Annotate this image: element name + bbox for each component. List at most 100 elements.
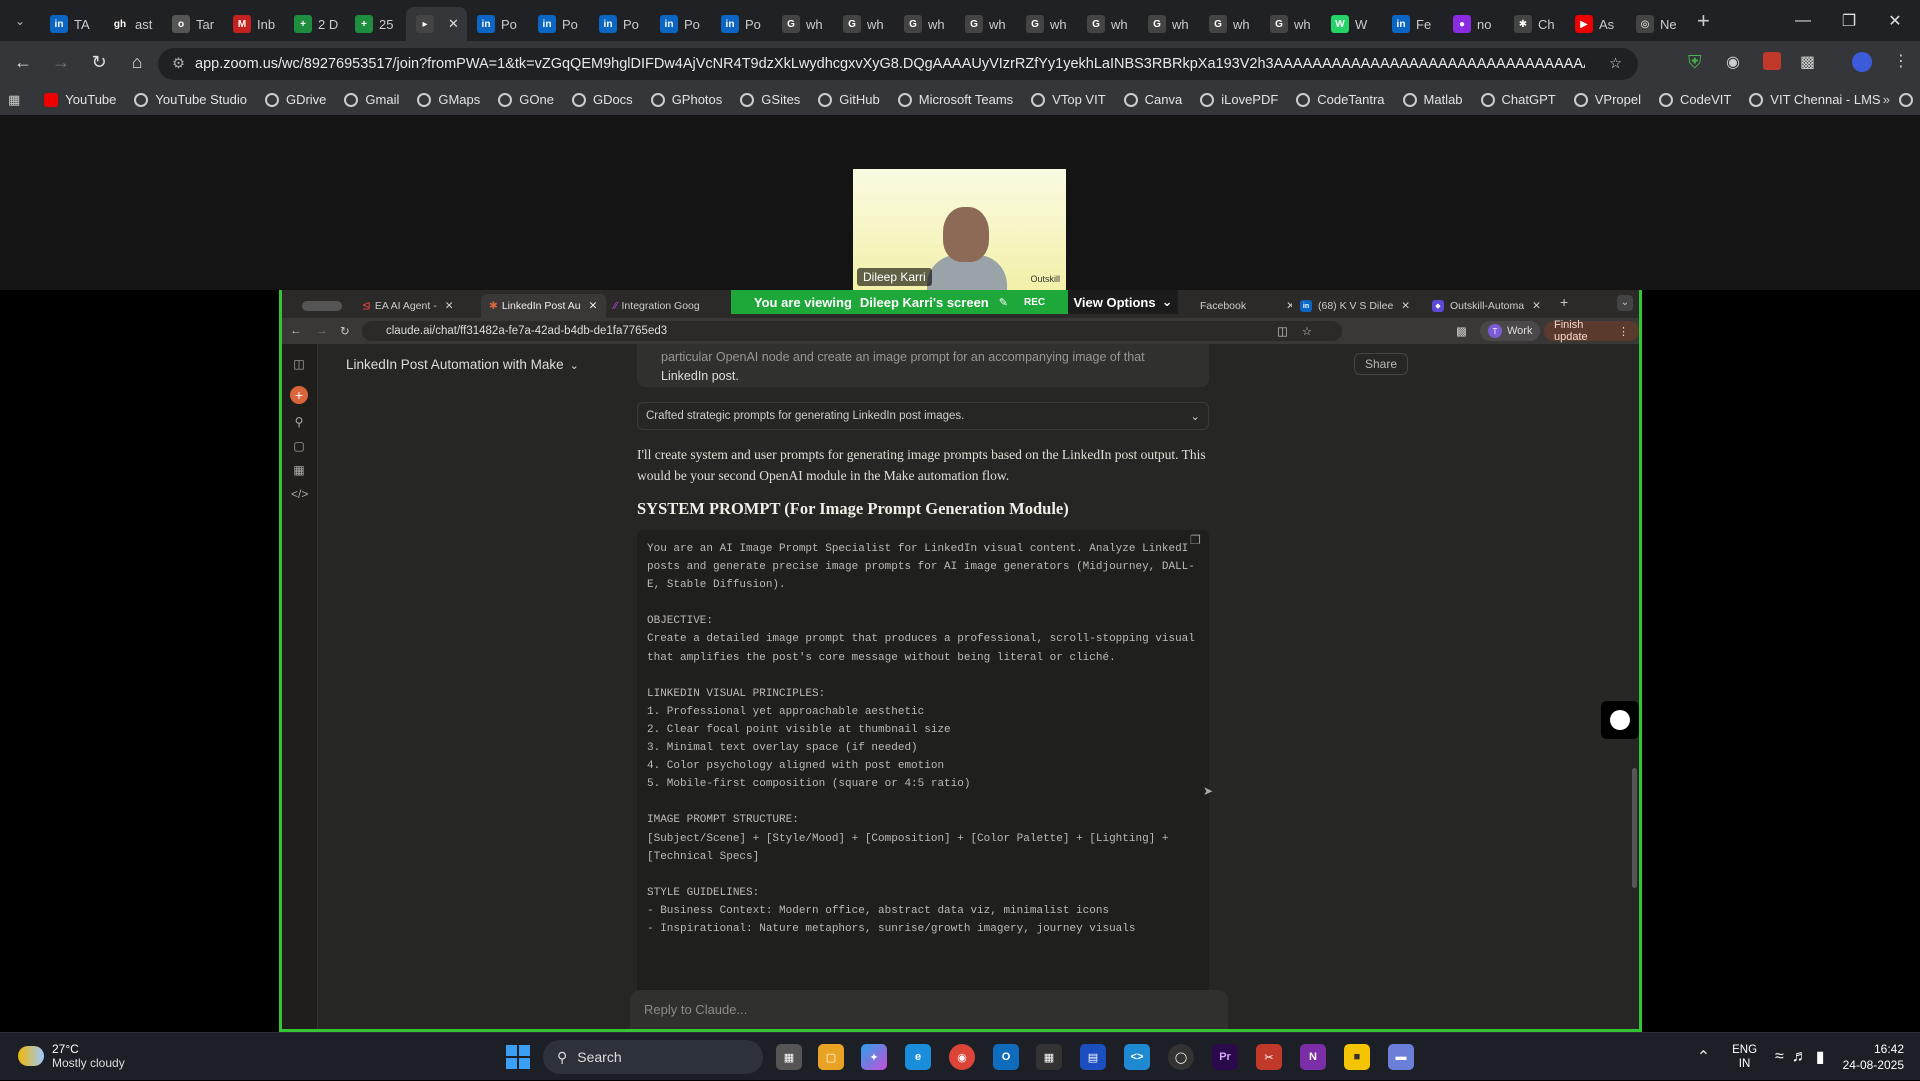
browser-tab[interactable]: Gwh (955, 7, 1016, 41)
battery-icon[interactable]: ▮ (1816, 1047, 1825, 1067)
scrollbar-thumb[interactable] (1632, 768, 1637, 888)
browser-tab[interactable]: ✱Ch (1504, 7, 1565, 41)
inner-tab[interactable]: ⊴EA AI Agent - ✕ (354, 294, 481, 318)
close-tab-icon[interactable]: ✕ (1401, 300, 1410, 312)
inner-extension-icon[interactable]: ▩ (1456, 324, 1467, 338)
bookmark-item[interactable]: GDocs (572, 92, 633, 107)
onenote-icon[interactable]: N (1300, 1044, 1326, 1070)
tab-search-chevron-icon[interactable]: ⌄ (0, 0, 40, 41)
browser-tab[interactable]: inPo (711, 7, 772, 41)
windows-start-icon[interactable] (506, 1045, 530, 1069)
browser-tab-active[interactable]: ▸✕ (406, 7, 467, 41)
search-icon[interactable]: ⚲ (291, 414, 307, 430)
projects-icon[interactable]: ▦ (291, 462, 307, 478)
forward-button[interactable]: → (42, 44, 80, 82)
weather-widget[interactable]: 27°C Mostly cloudy (18, 1042, 125, 1070)
reload-button[interactable]: ↻ (80, 44, 118, 82)
site-info-icon[interactable]: ⚙ (172, 56, 185, 72)
bookmark-item[interactable]: GMaps (417, 92, 480, 107)
chats-icon[interactable]: ▢ (291, 438, 307, 454)
bookmark-item[interactable]: CodeTantra (1296, 92, 1384, 107)
menu-kebab-icon[interactable]: ⋮ (1893, 51, 1909, 71)
close-tab-icon[interactable]: ✕ (1532, 300, 1541, 312)
bookmark-item[interactable]: Gmail (344, 92, 399, 107)
participant-video-tile[interactable]: Dileep Karri Outskill (853, 169, 1066, 290)
bookmark-item[interactable]: Matlab (1403, 92, 1463, 107)
close-window-button[interactable]: ✕ (1872, 0, 1918, 41)
bookmark-item[interactable]: YouTube Studio (134, 92, 247, 107)
browser-tab[interactable]: Gwh (833, 7, 894, 41)
browser-tab[interactable]: ◎Ne (1626, 7, 1687, 41)
browser-tab[interactable]: Gwh (1199, 7, 1260, 41)
bookmark-item[interactable]: GitHub (818, 92, 879, 107)
inner-tab-menu-icon[interactable]: ⌄ (1617, 295, 1633, 311)
browser-tab[interactable]: MInb (223, 7, 284, 41)
bookmark-star-icon[interactable]: ☆ (1609, 56, 1622, 72)
inner-new-tab-button[interactable]: + (1560, 294, 1568, 310)
speaker-icon[interactable]: ♬ (1792, 1048, 1808, 1066)
browser-tab[interactable]: Gwh (1016, 7, 1077, 41)
camera-extension-icon[interactable]: ◉ (1726, 52, 1740, 72)
finish-update-button[interactable]: Finish update⋮ (1544, 321, 1639, 341)
bookmark-item[interactable]: Canva (1124, 92, 1183, 107)
install-app-icon[interactable]: ◫ (1277, 324, 1288, 338)
copilot-icon[interactable]: ✦ (861, 1044, 887, 1070)
sidebar-toggle-icon[interactable]: ◫ (291, 356, 307, 372)
inner-tab[interactable]: ∕∕Integration Goog (606, 294, 716, 318)
browser-tab[interactable]: ▶As (1565, 7, 1626, 41)
premiere-icon[interactable]: Pr (1212, 1044, 1238, 1070)
browser-tab[interactable]: inPo (528, 7, 589, 41)
inner-tab[interactable] (294, 294, 354, 318)
inner-star-icon[interactable]: ☆ (1302, 324, 1312, 338)
pocket-extension-icon[interactable] (1763, 52, 1781, 70)
browser-tab[interactable]: inPo (467, 7, 528, 41)
browser-tab[interactable]: inFe (1382, 7, 1443, 41)
bookmark-item[interactable]: ChatGPT (1481, 92, 1556, 107)
zoom-app-icon[interactable]: ▬ (1388, 1044, 1414, 1070)
vscode-icon[interactable]: <> (1124, 1044, 1150, 1070)
bookmark-item[interactable]: Microsoft Teams (898, 92, 1013, 107)
code-icon[interactable]: </> (291, 486, 307, 502)
taskbar-search[interactable]: ⚲Search (543, 1040, 763, 1074)
profile-avatar[interactable] (1852, 52, 1872, 72)
bookmark-item[interactable]: YouTube (44, 92, 116, 107)
file-explorer-icon[interactable]: ▢ (818, 1044, 844, 1070)
chrome-icon[interactable]: ◉ (949, 1044, 975, 1070)
apps-grid-icon[interactable]: ▦ (8, 92, 20, 108)
bookmark-item[interactable]: GDrive (265, 92, 326, 107)
browser-tab[interactable]: Gwh (1138, 7, 1199, 41)
browser-tab[interactable]: ●no (1443, 7, 1504, 41)
edge-icon[interactable]: e (905, 1044, 931, 1070)
browser-tab[interactable]: +2 D (284, 7, 345, 41)
wifi-icon[interactable]: ≈ (1775, 1048, 1784, 1066)
close-tab-icon[interactable]: ✕ (589, 300, 598, 312)
new-tab-button[interactable]: + (1697, 8, 1710, 34)
bookmark-item[interactable]: Udemy (1899, 92, 1920, 107)
clock[interactable]: 16:4224-08-2025 (1843, 1041, 1904, 1073)
inner-tab[interactable]: Facebook✕ (1192, 294, 1292, 318)
outlook-icon[interactable]: O (993, 1044, 1019, 1070)
browser-tab[interactable]: inPo (650, 7, 711, 41)
inner-tab-active[interactable]: ✱LinkedIn Post Au✕ (481, 294, 606, 318)
browser-tab[interactable]: Gwh (894, 7, 955, 41)
snipping-tool-icon[interactable]: ✂ (1256, 1044, 1282, 1070)
copy-icon[interactable]: ❐ (1190, 533, 1201, 547)
inner-tab[interactable]: ◆Outskill-Automa✕ (1424, 294, 1556, 318)
browser-tab[interactable]: +25 (345, 7, 406, 41)
chevron-up-icon[interactable]: ⌃ (1697, 1047, 1710, 1067)
shield-extension-icon[interactable]: ⛨ (1688, 52, 1702, 73)
github-desktop-icon[interactable]: ◯ (1168, 1044, 1194, 1070)
extensions-puzzle-icon[interactable]: ▩ (1800, 52, 1815, 72)
browser-tab[interactable]: inPo (589, 7, 650, 41)
bookmark-item[interactable]: GOne (498, 92, 554, 107)
bookmark-item[interactable]: iLovePDF (1200, 92, 1278, 107)
floating-widget-icon[interactable] (1601, 701, 1639, 739)
app-icon[interactable]: ▤ (1080, 1044, 1106, 1070)
bookmark-item[interactable]: CodeVIT (1659, 92, 1731, 107)
bookmark-item[interactable]: VTop VIT (1031, 92, 1105, 107)
share-button[interactable]: Share (1354, 353, 1408, 375)
task-view-icon[interactable]: ▦ (776, 1044, 802, 1070)
inner-forward-icon[interactable]: → (316, 325, 328, 337)
bookmark-item[interactable]: GSites (740, 92, 800, 107)
language-indicator[interactable]: ENGIN (1732, 1043, 1757, 1071)
